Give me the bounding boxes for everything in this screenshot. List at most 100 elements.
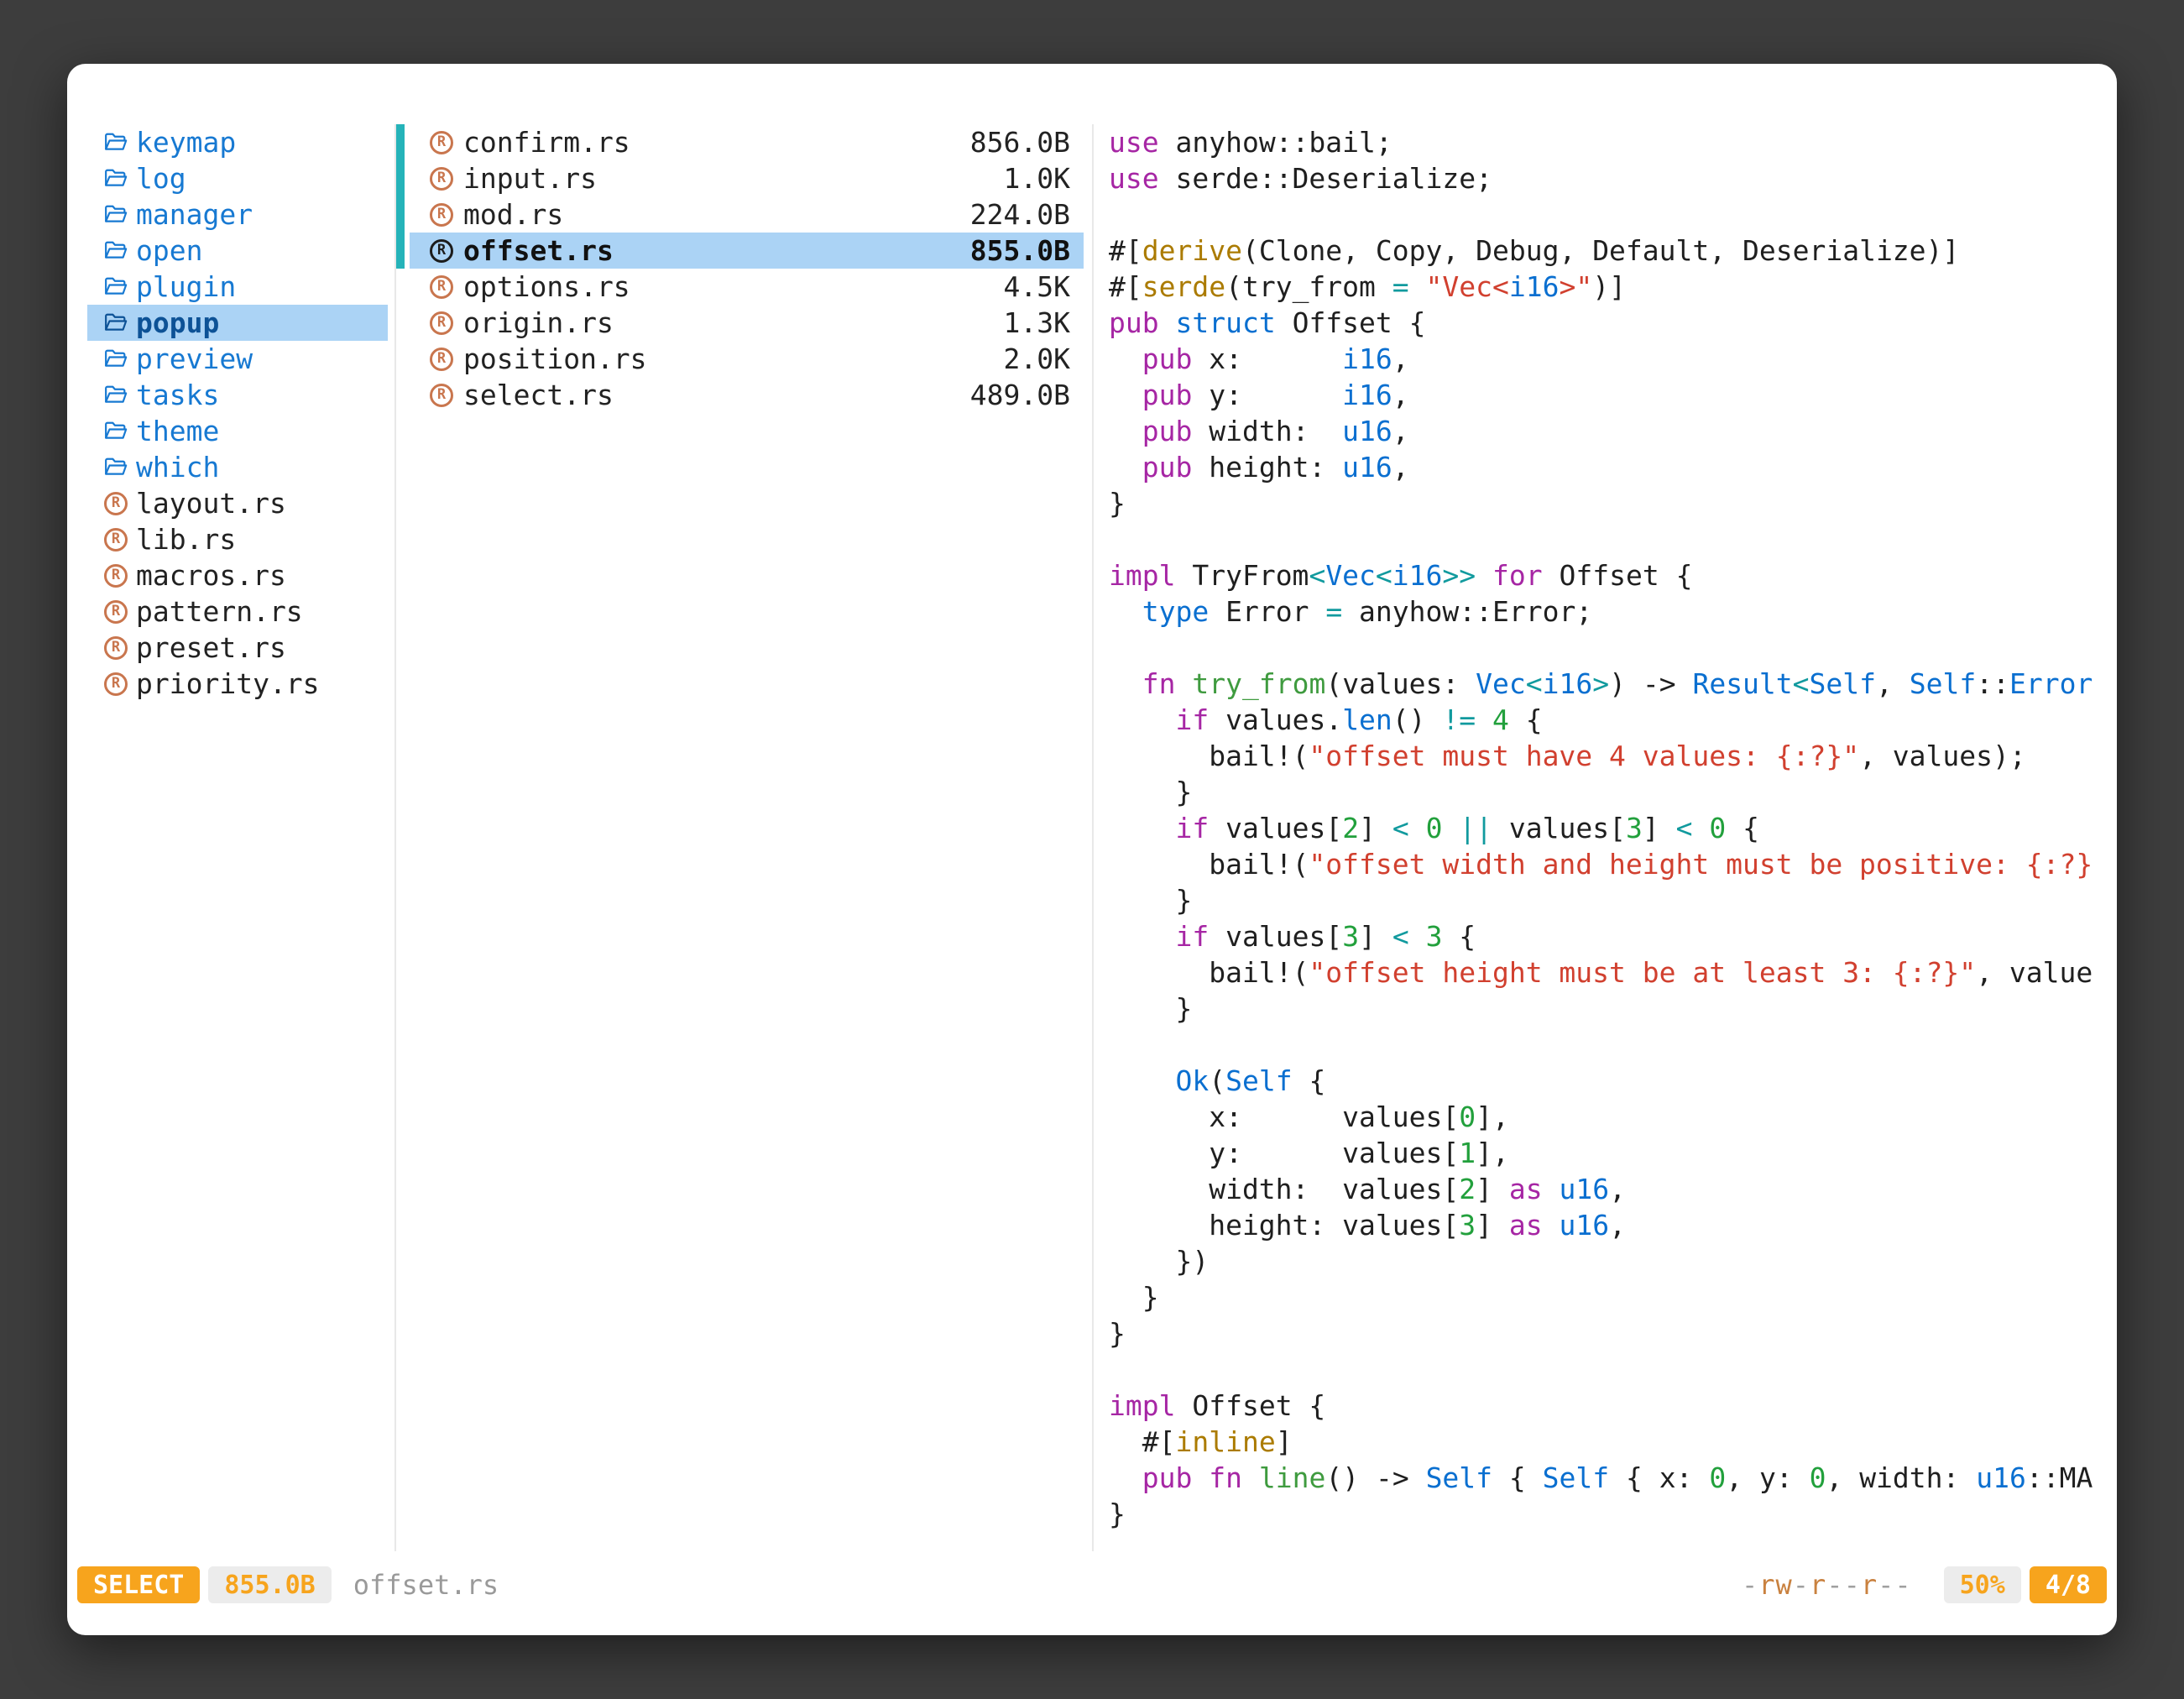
code-line [1109, 630, 2117, 666]
sidebar-folder-item[interactable]: preview [87, 341, 388, 377]
sidebar-folder-item[interactable]: plugin [87, 269, 388, 305]
code-line: Ok(Self { [1109, 1063, 2117, 1099]
rust-icon [430, 167, 453, 191]
file-list-item[interactable]: position.rs 2.0K [410, 341, 1084, 377]
file-size: 224.0B [970, 196, 1070, 233]
file-size: 855.0B [970, 233, 1070, 269]
file-list-item[interactable]: input.rs 1.0K [410, 160, 1084, 196]
sidebar-folder-item[interactable]: popup [87, 305, 388, 341]
marked-indicator [396, 124, 405, 269]
sidebar-file-item[interactable]: preset.rs [87, 630, 388, 666]
sidebar-file-item[interactable]: lib.rs [87, 521, 388, 557]
code-line: if values.len() != 4 { [1109, 702, 2117, 738]
sidebar-folder-item[interactable]: log [87, 160, 388, 196]
code-line: }) [1109, 1243, 2117, 1279]
folder-icon [104, 305, 128, 341]
sidebar-list: keymap log manager open plugin popup pre… [67, 124, 394, 702]
folder-icon [104, 196, 128, 233]
code-line: if values[2] < 0 || values[3] < 0 { [1109, 810, 2117, 846]
rust-icon [104, 492, 128, 515]
sidebar-file-item[interactable]: pattern.rs [87, 593, 388, 630]
folder-icon [104, 233, 128, 269]
sidebar-folder-item[interactable]: keymap [87, 124, 388, 160]
sidebar-file-item[interactable]: priority.rs [87, 666, 388, 702]
rust-icon [430, 311, 453, 335]
file-name: origin.rs [463, 305, 614, 341]
code-line: y: values[1], [1109, 1135, 2117, 1171]
folder-icon [104, 377, 128, 413]
code-line: use anyhow::bail; [1109, 124, 2117, 160]
sidebar-folder-item[interactable]: which [87, 449, 388, 485]
folder-name: preview [136, 341, 253, 377]
code-line: pub x: i16, [1109, 341, 2117, 377]
code-line: #[inline] [1109, 1424, 2117, 1460]
folder-name: which [136, 449, 219, 485]
file-list-item[interactable]: select.rs 489.0B [410, 377, 1084, 413]
file-list-item[interactable]: origin.rs 1.3K [410, 305, 1084, 341]
file-list-item[interactable]: mod.rs 224.0B [410, 196, 1084, 233]
rust-icon [430, 203, 453, 227]
sidebar-file-item[interactable]: macros.rs [87, 557, 388, 593]
folder-name: theme [136, 413, 219, 449]
sidebar-folder-item[interactable]: tasks [87, 377, 388, 413]
folder-icon [104, 269, 128, 305]
rust-icon [104, 636, 128, 660]
sidebar-file-item[interactable]: layout.rs [87, 485, 388, 521]
position-badge: 4/8 [2030, 1566, 2107, 1603]
folder-icon [104, 413, 128, 449]
code-line: pub fn line() -> Self { Self { x: 0, y: … [1109, 1460, 2117, 1496]
file-list-item[interactable]: options.rs 4.5K [410, 269, 1084, 305]
code-line: impl TryFrom<Vec<i16>> for Offset { [1109, 557, 2117, 593]
code-line: pub struct Offset { [1109, 305, 2117, 341]
folder-name: popup [136, 305, 219, 341]
current-dir-pane: confirm.rs 856.0B input.rs 1.0K mod.rs 2… [394, 124, 1094, 1551]
file-size: 2.0K [1004, 341, 1070, 377]
file-size: 4.5K [1004, 269, 1070, 305]
sidebar-folder-item[interactable]: manager [87, 196, 388, 233]
code-line [1109, 1351, 2117, 1388]
sidebar-folder-item[interactable]: theme [87, 413, 388, 449]
rust-icon [430, 239, 453, 263]
file-name: options.rs [463, 269, 630, 305]
code-line: impl Offset { [1109, 1388, 2117, 1424]
status-filename: offset.rs [353, 1569, 499, 1601]
folder-name: plugin [136, 269, 236, 305]
code-line: pub height: u16, [1109, 449, 2117, 485]
folder-icon [104, 124, 128, 160]
parent-pane: keymap log manager open plugin popup pre… [67, 124, 394, 1551]
file-name: preset.rs [136, 630, 286, 666]
code-line: if values[3] < 3 { [1109, 918, 2117, 954]
file-name: confirm.rs [463, 124, 630, 160]
sidebar-folder-item[interactable]: open [87, 233, 388, 269]
rust-icon [430, 384, 453, 407]
file-name: mod.rs [463, 196, 563, 233]
code-line: } [1109, 991, 2117, 1027]
rust-icon [430, 275, 453, 299]
file-size: 489.0B [970, 377, 1070, 413]
folder-name: manager [136, 196, 253, 233]
file-size: 1.0K [1004, 160, 1070, 196]
percent-badge: 50% [1944, 1566, 2021, 1603]
code-preview: use anyhow::bail;use serde::Deserialize;… [1109, 124, 2117, 1532]
folder-name: keymap [136, 124, 236, 160]
code-line: #[derive(Clone, Copy, Debug, Default, De… [1109, 233, 2117, 269]
folder-icon [104, 341, 128, 377]
code-line: bail!("offset height must be at least 3:… [1109, 954, 2117, 991]
status-bar: SELECT 855.0B offset.rs -rw-r--r-- 50% 4… [77, 1565, 2107, 1605]
file-name: macros.rs [136, 557, 286, 593]
code-line: height: values[3] as u16, [1109, 1207, 2117, 1243]
rust-icon [104, 672, 128, 696]
file-manager-window: keymap log manager open plugin popup pre… [67, 64, 2117, 1635]
panes: keymap log manager open plugin popup pre… [67, 124, 2117, 1551]
code-line: } [1109, 1315, 2117, 1351]
code-line: width: values[2] as u16, [1109, 1171, 2117, 1207]
file-name: lib.rs [136, 521, 236, 557]
preview-pane[interactable]: use anyhow::bail;use serde::Deserialize;… [1094, 124, 2117, 1551]
file-name: pattern.rs [136, 593, 303, 630]
folder-name: open [136, 233, 202, 269]
file-list-item[interactable]: confirm.rs 856.0B [410, 124, 1084, 160]
folder-icon [104, 160, 128, 196]
file-list-item[interactable]: offset.rs 855.0B [410, 233, 1084, 269]
rust-icon [104, 564, 128, 588]
file-name: priority.rs [136, 666, 320, 702]
